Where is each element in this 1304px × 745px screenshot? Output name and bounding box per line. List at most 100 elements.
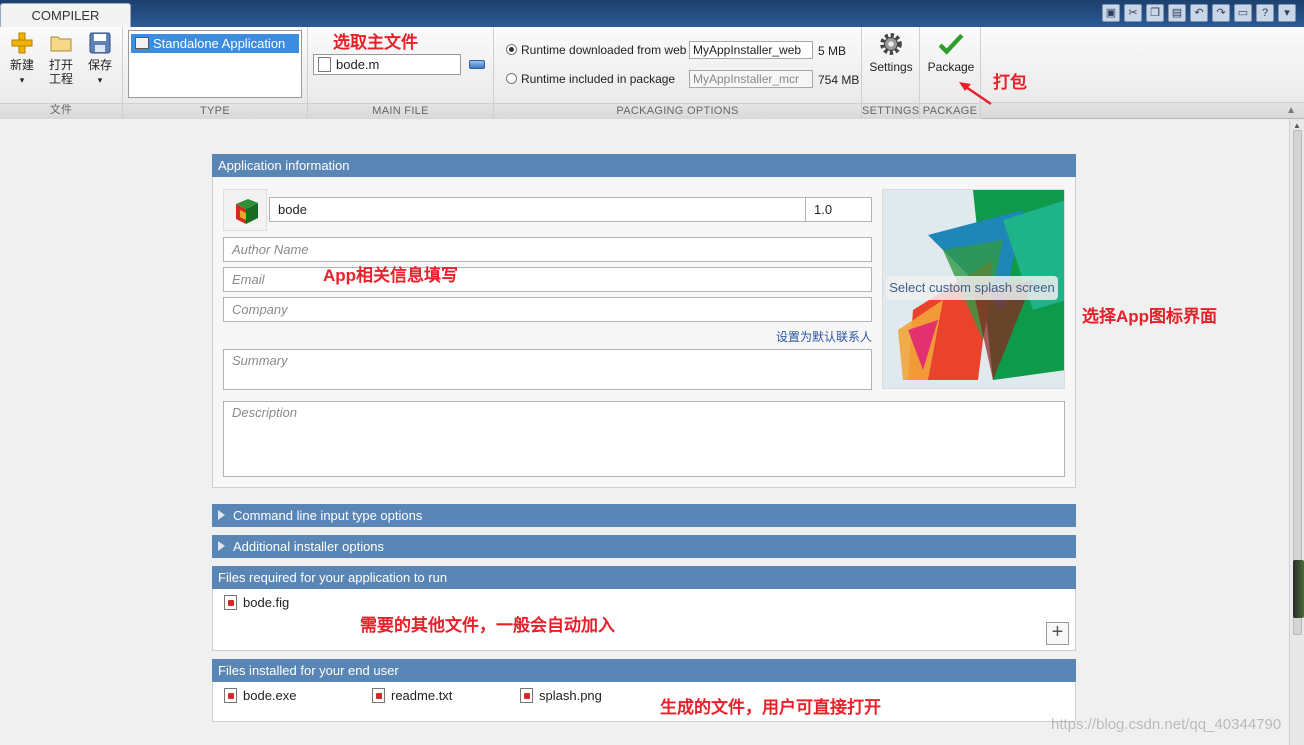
annotation-splash: 选择App图标界面 xyxy=(1082,307,1218,326)
checkmark-icon xyxy=(938,33,964,55)
summary-input[interactable]: Summary xyxy=(223,349,872,390)
m-file-icon xyxy=(318,57,331,72)
collapse-ribbon-icon[interactable]: ▲ xyxy=(1286,105,1296,116)
type-item-standalone[interactable]: Standalone Application xyxy=(131,34,299,53)
installed-file-item[interactable]: readme.txt xyxy=(372,688,452,704)
open-project-button[interactable]: 打开 工程 xyxy=(45,31,77,86)
file-section-label: 文件 xyxy=(49,104,73,116)
save-dropdown-icon: ▾ xyxy=(97,75,103,85)
package-label: Package xyxy=(927,60,975,74)
help-icon[interactable]: ? xyxy=(1256,4,1274,22)
new-button[interactable]: 新建 ▾ xyxy=(6,31,38,87)
new-label: 新建 xyxy=(9,58,34,72)
web-installer-size: 5 MB xyxy=(818,44,847,58)
type-section-label: TYPE xyxy=(200,105,230,117)
required-file-item[interactable]: bode.fig xyxy=(224,595,289,611)
required-file-name: bode.fig xyxy=(243,595,290,610)
runtime-web-label: Runtime downloaded from web xyxy=(521,43,687,57)
runtime-package-option[interactable]: Runtime included in package xyxy=(506,69,675,89)
author-name-input[interactable]: Author Name xyxy=(223,237,872,262)
installed-file-item[interactable]: splash.png xyxy=(520,688,602,704)
installed-files-header: Files installed for your end user xyxy=(212,659,1076,682)
app-type-list[interactable]: Standalone Application xyxy=(128,30,302,98)
required-files-panel xyxy=(212,589,1076,651)
installed-file-name: readme.txt xyxy=(391,688,453,703)
runtime-package-radio[interactable] xyxy=(506,73,517,84)
floppy-icon xyxy=(89,32,111,54)
app-name-input[interactable]: bode xyxy=(269,197,806,222)
version-input[interactable]: 1.0 xyxy=(805,197,872,222)
dropdown-icon[interactable]: ▾ xyxy=(1278,4,1296,22)
ribbon-footer-rest xyxy=(981,102,1304,118)
side-panel-grip[interactable] xyxy=(1293,560,1304,618)
redo-icon[interactable]: ↷ xyxy=(1212,4,1230,22)
installer-options-label: Additional installer options xyxy=(233,539,385,554)
remove-main-file-button[interactable] xyxy=(469,60,485,69)
main-file-name: bode.m xyxy=(336,57,380,72)
runtime-web-radio[interactable] xyxy=(506,44,517,55)
type-item-label: Standalone Application xyxy=(153,36,286,51)
runtime-package-label: Runtime included in package xyxy=(521,72,676,86)
annotation-app-info: App相关信息填写 xyxy=(323,266,459,285)
watermark-text: https://blog.csdn.net/qq_40344790 xyxy=(1051,716,1282,733)
annotation-required-files: 需要的其他文件，一般会自动加入 xyxy=(360,616,615,635)
new-plus-icon xyxy=(11,32,33,54)
company-input[interactable]: Company xyxy=(223,297,872,322)
txt-file-icon xyxy=(372,688,385,703)
gear-icon xyxy=(880,33,902,55)
tab-compiler[interactable]: COMPILER xyxy=(0,3,131,29)
save-icon[interactable]: ▣ xyxy=(1102,4,1120,22)
settings-label: Settings xyxy=(869,60,913,74)
settings-section: Settings SETTINGS xyxy=(862,27,920,119)
vertical-scrollbar[interactable]: ▲ xyxy=(1289,119,1304,745)
installed-file-name: splash.png xyxy=(539,688,602,703)
copy-icon[interactable]: ❐ xyxy=(1146,4,1164,22)
runtime-web-option[interactable]: Runtime downloaded from web xyxy=(506,40,686,60)
select-splash-screen-button[interactable]: Select custom splash screen xyxy=(886,276,1058,300)
cut-icon[interactable]: ✂ xyxy=(1124,4,1142,22)
ribbon-toolbar: 新建 ▾ 打开 工程 保存 ▾ 文件 TYPE Standalone Appli… xyxy=(0,27,1304,119)
application-icon xyxy=(135,37,149,49)
expand-arrow-icon[interactable] xyxy=(218,541,225,551)
annotation-arrow-icon xyxy=(959,82,992,106)
undo-icon[interactable]: ↶ xyxy=(1190,4,1208,22)
mcr-installer-name-input[interactable]: MyAppInstaller_mcr xyxy=(689,70,813,88)
description-input[interactable]: Description xyxy=(223,401,1065,477)
settings-button[interactable]: Settings xyxy=(866,31,916,74)
package-button[interactable]: Package xyxy=(925,31,977,74)
command-line-options-label: Command line input type options xyxy=(233,508,423,523)
add-required-file-button[interactable]: + xyxy=(1046,622,1069,645)
main-file-item[interactable]: bode.m xyxy=(313,54,461,75)
fig-file-icon xyxy=(224,595,237,610)
scroll-up-icon[interactable]: ▲ xyxy=(1293,121,1301,130)
open-label-line2: 工程 xyxy=(48,72,73,86)
window-icon[interactable]: ▭ xyxy=(1234,4,1252,22)
save-button[interactable]: 保存 ▾ xyxy=(84,31,116,87)
mcr-installer-size: 754 MB xyxy=(818,73,860,87)
installer-options-header[interactable]: Additional installer options xyxy=(212,535,1076,558)
command-line-options-header[interactable]: Command line input type options xyxy=(212,504,1076,527)
new-dropdown-icon: ▾ xyxy=(19,75,25,85)
packaging-options-label: PACKAGING OPTIONS xyxy=(616,105,739,117)
file-section: 新建 ▾ 打开 工程 保存 ▾ 文件 xyxy=(0,27,123,119)
matlab-app-icon xyxy=(236,199,258,224)
annotation-package: 打包 xyxy=(993,73,1027,92)
main-file-section-label: MAIN FILE xyxy=(372,105,429,117)
installed-file-name: bode.exe xyxy=(243,688,297,703)
app-info-header: Application information xyxy=(212,154,1076,177)
set-default-contact-link[interactable]: 设置为默认联系人 xyxy=(776,328,872,345)
quick-access-toolbar: ▣ ✂ ❐ ▤ ↶ ↷ ▭ ? ▾ xyxy=(1102,4,1296,22)
email-input[interactable]: Email xyxy=(223,267,872,292)
required-files-header: Files required for your application to r… xyxy=(212,566,1076,589)
title-bar: COMPILER ▣ ✂ ❐ ▤ ↶ ↷ ▭ ? ▾ xyxy=(0,0,1304,29)
installed-file-item[interactable]: bode.exe xyxy=(224,688,297,704)
save-label: 保存 xyxy=(87,58,112,72)
web-installer-name-input[interactable]: MyAppInstaller_web xyxy=(689,41,813,59)
png-file-icon xyxy=(520,688,533,703)
open-label-line1: 打开 xyxy=(48,58,73,72)
settings-section-label: SETTINGS xyxy=(862,105,920,117)
app-icon-button[interactable] xyxy=(223,189,267,231)
folder-icon xyxy=(50,36,72,52)
paste-icon[interactable]: ▤ xyxy=(1168,4,1186,22)
expand-arrow-icon[interactable] xyxy=(218,510,225,520)
